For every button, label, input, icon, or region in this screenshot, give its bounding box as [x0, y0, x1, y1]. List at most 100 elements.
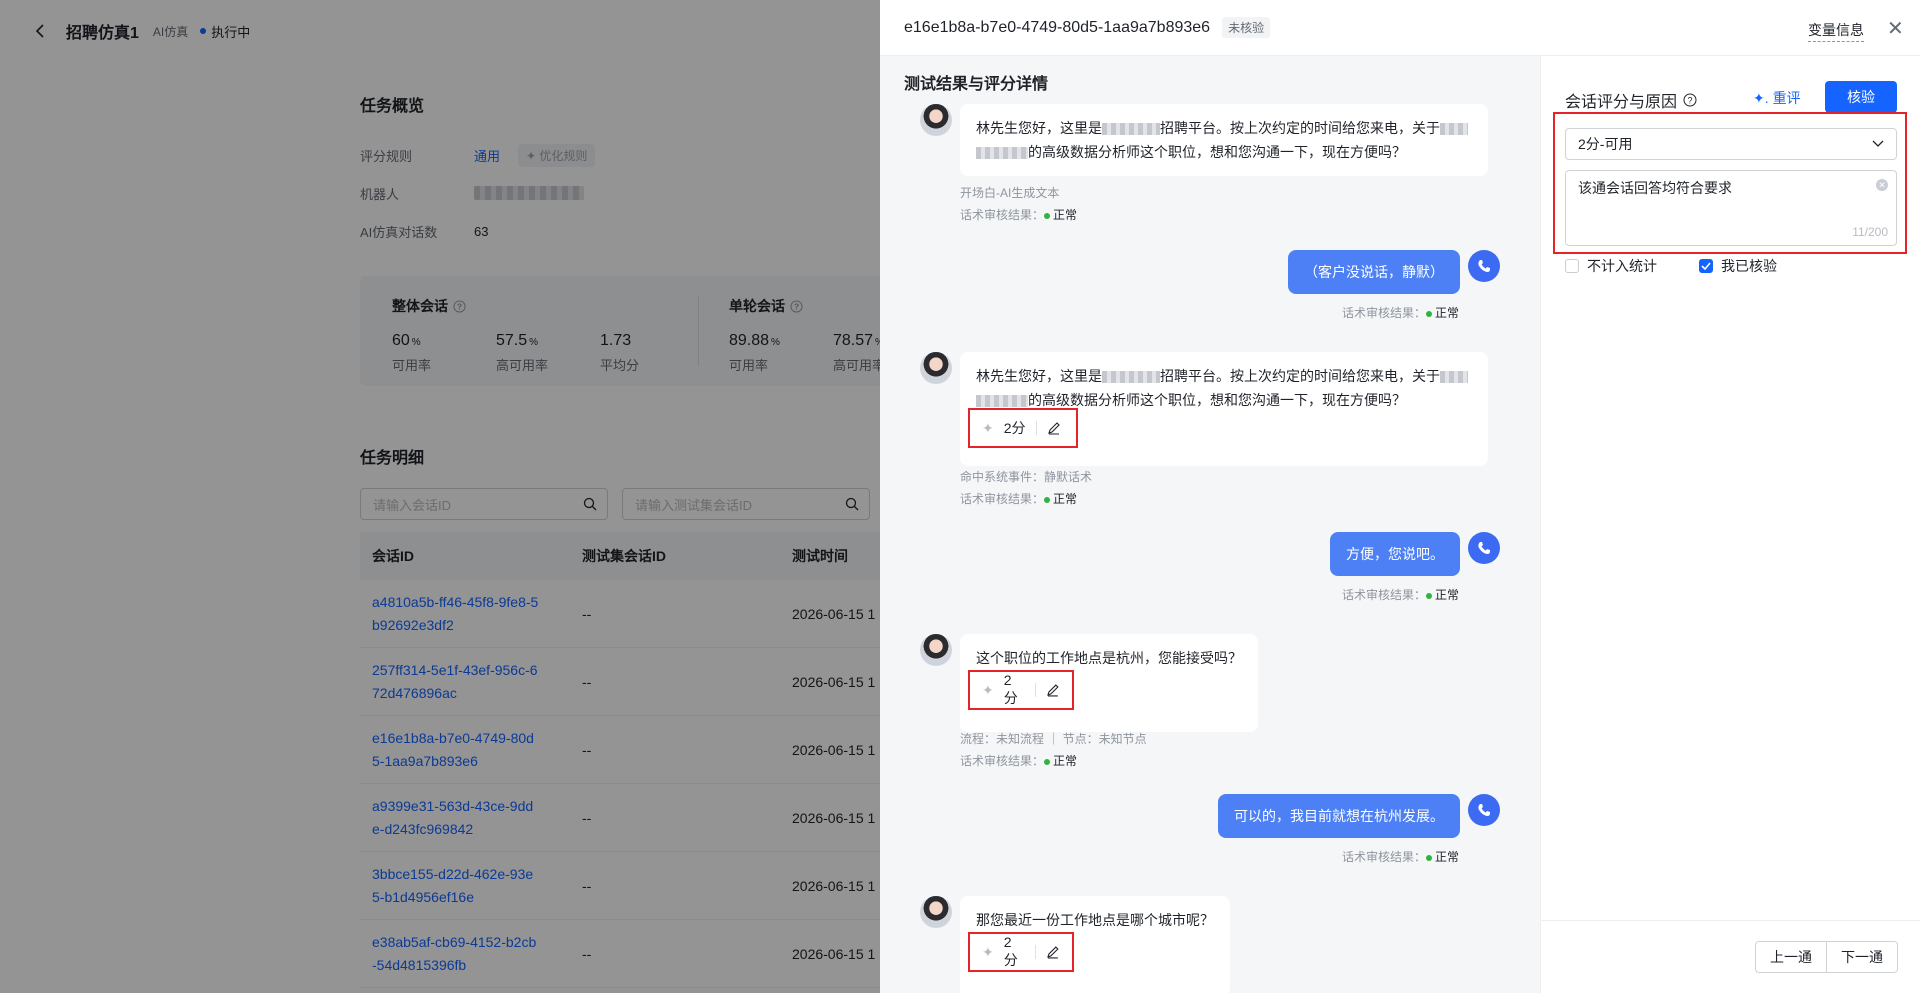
score-chip[interactable]: ✦ 2分	[968, 408, 1078, 448]
audit-label: 话术审核结果：	[960, 754, 1045, 768]
close-icon[interactable]: ✕	[1887, 19, 1904, 39]
score-select-value: 2分-可用	[1578, 136, 1633, 152]
checkbox-checked-icon[interactable]	[1699, 259, 1713, 273]
audit-value: 正常	[1053, 754, 1078, 768]
bot-message: 林先生您好，这里是 招聘平台。按上次约定的时间给您来电，关于的高级数据分析师这个职…	[960, 104, 1488, 176]
clear-icon[interactable]: ✕	[1876, 179, 1888, 191]
redacted-text	[976, 147, 1028, 160]
prev-button[interactable]: 上一通	[1755, 941, 1827, 973]
exclude-label: 不计入统计	[1587, 258, 1657, 274]
audit-value: 正常	[1053, 492, 1078, 506]
edit-icon[interactable]	[1046, 683, 1060, 697]
ok-dot	[1044, 212, 1051, 219]
next-button[interactable]: 下一通	[1826, 941, 1898, 973]
score-select[interactable]: 2分-可用	[1565, 128, 1897, 160]
edit-icon[interactable]	[1047, 421, 1061, 435]
ok-dot	[1044, 758, 1051, 765]
ok-dot	[1426, 854, 1433, 861]
verify-status-badge: 未核验	[1222, 17, 1271, 38]
help-icon: ?	[1683, 93, 1697, 107]
chat-pane[interactable]: 测试结果与评分详情 林先生您好，这里是 招聘平台。按上次约定的时间给您来电，关于的…	[880, 56, 1540, 993]
review-pane: 会话评分与原因 ? ✦. 重评 核验 2分-可用 该通会话回答均符合要求 ✕ 11…	[1540, 56, 1920, 993]
drawer-title: e16e1b8a-b7e0-4749-80d5-1aa9a7b893e6	[904, 18, 1211, 36]
audit-label: 话术审核结果：	[1342, 306, 1427, 320]
message-text: 的高级数据分析师这个职位，想和您沟通一下，现在方便吗？	[1028, 392, 1406, 408]
audit-label: 话术审核结果：	[1342, 850, 1427, 864]
rescore-button[interactable]: ✦. 重评	[1753, 88, 1801, 108]
meta-flow: 流程：未知流程 ｜ 节点：未知节点	[960, 732, 1147, 746]
edit-icon[interactable]	[1046, 945, 1060, 959]
divider	[1035, 945, 1037, 959]
sparkle-icon: ✦	[982, 943, 994, 960]
message-text: 这个职位的工作地点是杭州，您能接受吗？	[976, 650, 1242, 666]
char-count: 11/200	[1852, 225, 1888, 239]
chevron-down-icon	[1872, 140, 1884, 147]
message-text: 招聘平台。按上次约定的时间给您来电，关于	[1160, 368, 1440, 384]
audit-result: 话术审核结果： 正常	[960, 750, 1147, 772]
verified-checkbox[interactable]: 我已核验	[1699, 256, 1777, 276]
audit-value: 正常	[1053, 208, 1078, 222]
audit-result: 话术审核结果： 正常	[1342, 302, 1459, 324]
redacted-text	[1440, 371, 1468, 384]
user-message: 方便，您说吧。	[1330, 532, 1460, 576]
divider	[1035, 421, 1037, 435]
ok-dot	[1426, 310, 1433, 317]
chat-title: 测试结果与评分详情	[904, 76, 1049, 93]
phone-icon	[1468, 532, 1500, 564]
bot-avatar	[920, 352, 952, 384]
variable-info-link[interactable]: 变量信息	[1808, 20, 1864, 42]
message-meta: 开场白-AI生成文本 话术审核结果： 正常	[960, 182, 1077, 226]
reason-textarea[interactable]: 该通会话回答均符合要求 ✕ 11/200	[1565, 170, 1897, 246]
score-chip[interactable]: ✦ 2分	[968, 670, 1074, 710]
audit-result: 话术审核结果： 正常	[960, 488, 1092, 510]
user-message: 可以的，我目前就想在杭州发展。	[1218, 794, 1460, 838]
divider	[1035, 683, 1037, 697]
message-text: 招聘平台。按上次约定的时间给您来电，关于	[1160, 120, 1440, 136]
redacted-text	[1102, 123, 1160, 136]
sparkle-icon: ✦	[982, 419, 994, 436]
audit-value: 正常	[1435, 306, 1460, 320]
exclude-stats-checkbox[interactable]: 不计入统计	[1565, 256, 1657, 276]
bot-avatar	[920, 896, 952, 928]
audit-result: 话术审核结果： 正常	[1342, 846, 1459, 868]
svg-text:?: ?	[1688, 96, 1693, 106]
message-text: 林先生您好，这里是	[976, 120, 1102, 136]
sparkle-icon: ✦.	[1753, 89, 1769, 106]
user-message: （客户没说话，静默）	[1288, 250, 1460, 294]
redacted-text	[976, 395, 1028, 408]
meta-source: 开场白-AI生成文本	[960, 186, 1060, 200]
review-title-text: 会话评分与原因	[1565, 94, 1678, 111]
ok-dot	[1426, 592, 1433, 599]
score-value: 2分	[1003, 420, 1026, 436]
ok-dot	[1044, 496, 1051, 503]
review-title: 会话评分与原因 ?	[1565, 88, 1697, 112]
audit-label: 话术审核结果：	[1342, 588, 1427, 602]
audit-value: 正常	[1435, 588, 1460, 602]
sparkle-icon: ✦	[982, 681, 994, 698]
audit-result: 话术审核结果： 正常	[1342, 584, 1459, 606]
drawer-header: e16e1b8a-b7e0-4749-80d5-1aa9a7b893e6 未核验	[880, 0, 1920, 56]
audit-label: 话术审核结果：	[960, 492, 1045, 506]
message-text: 那您最近一份工作地点是哪个城市呢？	[976, 912, 1214, 928]
score-value: 2分	[1003, 672, 1018, 706]
message-meta: 命中系统事件：静默话术 话术审核结果： 正常	[960, 466, 1092, 510]
meta-event: 命中系统事件：静默话术	[960, 470, 1093, 484]
checkbox-icon[interactable]	[1565, 259, 1579, 273]
bot-avatar	[920, 634, 952, 666]
verify-button[interactable]: 核验	[1825, 81, 1897, 113]
score-value: 2分	[1003, 934, 1018, 968]
score-chip[interactable]: ✦ 2分	[968, 932, 1074, 972]
rescore-label: 重评	[1772, 90, 1801, 106]
message-text: 的高级数据分析师这个职位，想和您沟通一下，现在方便吗？	[1028, 144, 1406, 160]
phone-icon	[1468, 250, 1500, 282]
bot-avatar	[920, 104, 952, 136]
redacted-text	[1102, 371, 1160, 384]
audit-label: 话术审核结果：	[960, 208, 1045, 222]
reason-text: 该通会话回答均符合要求	[1578, 180, 1732, 196]
message-text: 林先生您好，这里是	[976, 368, 1102, 384]
phone-icon	[1468, 794, 1500, 826]
audit-result: 话术审核结果： 正常	[960, 204, 1077, 226]
redacted-text	[1440, 123, 1468, 136]
audit-value: 正常	[1435, 850, 1460, 864]
verified-label: 我已核验	[1721, 258, 1777, 274]
